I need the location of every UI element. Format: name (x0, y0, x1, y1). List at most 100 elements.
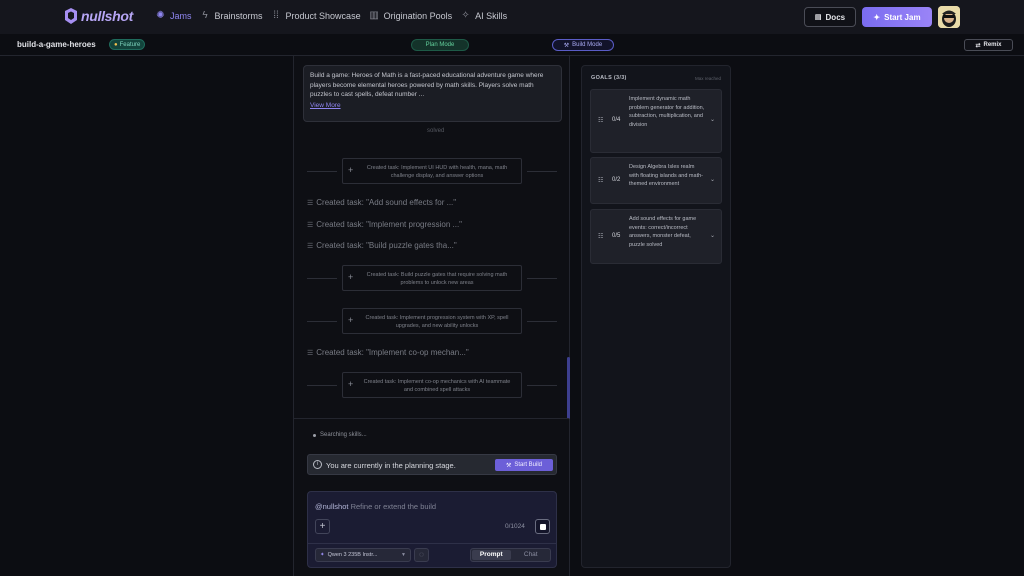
nav-item-brainstorms[interactable]: ϟ Brainstorms (200, 10, 263, 21)
nav-item-label: Jams (170, 10, 192, 21)
nav-item-ai-skills[interactable]: ✧ AI Skills (460, 10, 507, 21)
goals-header: GOALS (3/3) (591, 75, 627, 81)
task-card-box[interactable]: + Created task: Implement UI HUD with he… (342, 158, 522, 184)
goal-text: Design Algebra Isles realm with floating… (629, 164, 703, 187)
feature-badge-label: Feature (119, 41, 141, 48)
prompt-handle: @nullshot (315, 502, 349, 511)
start-build-label: Start Build (514, 462, 543, 468)
goal-progress: 0/2 (612, 177, 621, 183)
mode-prompt-tab[interactable]: Prompt (472, 550, 511, 560)
document-icon: ▤ (814, 14, 822, 21)
plan-mode-tab[interactable]: Plan Mode (411, 39, 469, 51)
remix-label: Remix (983, 42, 1002, 48)
goal-card[interactable]: ☷ 0/4 Implement dynamic math problem gen… (590, 89, 722, 153)
searching-status: Searching skills... (313, 432, 367, 438)
task-card: + Created task: Implement UI HUD with he… (307, 158, 559, 184)
task-card-box[interactable]: + Created task: Implement co-op mechanic… (342, 372, 522, 398)
hammer-icon: ⚒ (505, 462, 512, 469)
refresh-icon: ◌ (419, 550, 424, 559)
chevron-down-icon[interactable]: ⌄ (710, 232, 715, 239)
model-select-value: Qwen 3 235B Instr... (327, 552, 378, 558)
created-task-text: Created task: "Implement progression ...… (316, 220, 463, 229)
docs-button[interactable]: ▤ Docs (804, 7, 856, 27)
timeline-divider (527, 278, 557, 279)
nav-item-jams[interactable]: ✺ Jams (155, 10, 192, 21)
project-name: build-a-game-heroes (17, 40, 96, 49)
nav-item-origination-pools[interactable]: ▥ Origination Pools (369, 10, 453, 21)
plus-icon: + (348, 315, 354, 325)
goal-text: Add sound effects for game events: corre… (629, 216, 697, 248)
avatar[interactable] (938, 6, 960, 28)
timeline-divider (527, 171, 557, 172)
stop-icon (540, 524, 546, 530)
created-task-text: Created task: "Implement co-op mechan...… (316, 348, 469, 357)
plus-icon: + (348, 272, 354, 282)
prompt-input-box[interactable]: @nullshot Refine or extend the build + 0… (307, 491, 557, 568)
refresh-button[interactable]: ◌ (414, 548, 429, 562)
task-card-box[interactable]: + Created task: Build puzzle gates that … (342, 265, 522, 291)
searching-text: Searching skills... (320, 432, 367, 438)
task-card-text: Created task: Build puzzle gates that re… (366, 272, 508, 286)
model-select[interactable]: ✦ Qwen 3 235B Instr... ▼ (315, 548, 411, 562)
scrollbar-thumb[interactable] (567, 357, 570, 419)
created-task-line: ☰ Created task: "Implement progression .… (307, 220, 462, 229)
nav-item-label: Brainstorms (214, 10, 263, 21)
start-jam-button[interactable]: ✦ Start Jam (862, 7, 932, 27)
list-icon: ☰ (307, 349, 314, 357)
task-card-box[interactable]: + Created task: Implement progression sy… (342, 308, 522, 334)
created-task-line: ☰ Created task: "Add sound effects for .… (307, 198, 456, 207)
timeline-divider (307, 278, 337, 279)
status-dot-icon (313, 433, 316, 437)
planning-notice: i You are currently in the planning stag… (307, 454, 557, 475)
chevron-down-icon[interactable]: ⌄ (710, 176, 715, 183)
max-reached-label: Max reached (694, 76, 721, 81)
timeline-divider (527, 321, 557, 322)
prompt-divider (308, 543, 556, 544)
nav-item-product-showcase[interactable]: ⁞⁞ Product Showcase (271, 10, 360, 21)
timeline-divider (527, 385, 557, 386)
project-description: Build a game: Heroes of Math is a fast-p… (310, 72, 544, 98)
checklist-icon: ☷ (598, 178, 604, 184)
created-task-text: Created task: "Add sound effects for ...… (316, 198, 457, 207)
timeline-divider (307, 321, 337, 322)
plus-icon: + (348, 379, 354, 389)
main-nav: ✺ Jams ϟ Brainstorms ⁞⁞ Product Showcase… (155, 10, 515, 21)
build-mode-tab[interactable]: ⚒ Build Mode (552, 39, 614, 51)
stop-button[interactable] (535, 519, 550, 534)
remix-button[interactable]: ⇄ Remix (964, 39, 1013, 51)
goal-progress: 0/5 (612, 233, 621, 239)
logo-text: nullshot (81, 8, 134, 24)
chat-divider (294, 418, 569, 419)
task-card-text: Created task: Implement co-op mechanics … (363, 379, 511, 393)
timeline-divider (307, 385, 337, 386)
goal-card[interactable]: ☷ 0/5 Add sound effects for game events:… (590, 209, 722, 264)
jams-icon: ✺ (156, 10, 165, 21)
info-icon: i (313, 460, 322, 469)
view-more-link[interactable]: View More (310, 101, 555, 111)
sparkle-icon: ✧ (461, 10, 470, 21)
faded-task-text: solved (427, 128, 445, 134)
plus-icon: + (348, 165, 354, 175)
attach-plus-button[interactable]: + (315, 519, 330, 534)
logo[interactable]: nullshot (64, 8, 133, 24)
start-build-button[interactable]: ⚒ Start Build (495, 459, 553, 471)
hammer-icon: ⚒ (563, 42, 570, 49)
task-card: + Created task: Implement progression sy… (307, 308, 559, 334)
prompt-input[interactable]: @nullshot Refine or extend the build (315, 502, 436, 511)
checklist-icon: ☷ (598, 118, 604, 124)
nav-item-label: Origination Pools (383, 10, 453, 21)
mode-chat-tab[interactable]: Chat (512, 549, 551, 561)
created-task-text: Created task: "Build puzzle gates tha...… (316, 241, 457, 250)
list-icon: ☰ (307, 242, 314, 250)
goal-card[interactable]: ☷ 0/2 Design Algebra Isles realm with fl… (590, 157, 722, 204)
planning-notice-text: You are currently in the planning stage. (326, 461, 456, 470)
task-card-text: Created task: Implement progression syst… (365, 315, 509, 329)
mode-toggle: Prompt Chat (470, 548, 551, 562)
lightbulb-icon: ● (114, 41, 118, 48)
char-count: 0/1024 (505, 523, 525, 530)
created-task-line: ☰ Created task: "Implement co-op mechan.… (307, 348, 469, 357)
list-icon: ☰ (307, 199, 314, 207)
logo-mark-icon (64, 8, 78, 24)
grid-dots-icon: ⁞⁞ (273, 10, 279, 21)
chevron-down-icon[interactable]: ⌄ (710, 116, 715, 123)
